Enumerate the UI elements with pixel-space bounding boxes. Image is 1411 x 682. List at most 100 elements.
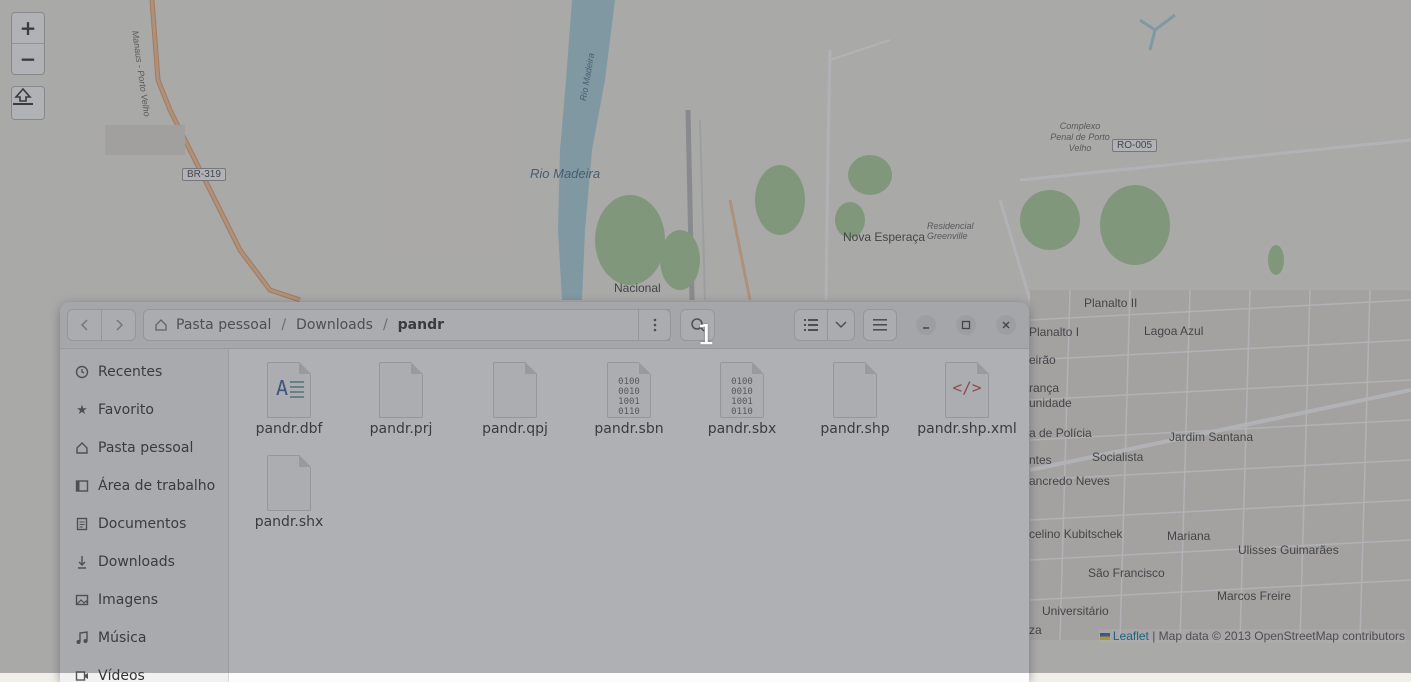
map-label-socialista: Socialista xyxy=(1092,450,1144,464)
path-bar: Pasta pessoal / Downloads / pandr xyxy=(143,309,670,341)
video-icon xyxy=(74,668,90,682)
chevron-right-icon xyxy=(115,319,123,331)
sidebar-item-label: Área de trabalho xyxy=(98,478,216,494)
sidebar-item-documentos[interactable]: Documentos xyxy=(60,505,228,543)
map-label-residencial: Residencial Greenville xyxy=(927,221,974,241)
home-icon xyxy=(74,440,90,456)
file-name: pandr.shp xyxy=(820,421,890,437)
upload-icon xyxy=(13,87,33,105)
sidebar-item-label: Pasta pessoal xyxy=(98,440,194,456)
leaflet-link[interactable]: Leaflet xyxy=(1113,629,1149,643)
map-label-ntes: ntes xyxy=(1029,453,1052,467)
map-label-mariana: Mariana xyxy=(1167,529,1211,543)
view-list-button[interactable] xyxy=(794,309,828,341)
hamburger-icon xyxy=(873,319,887,331)
file-item[interactable]: 0100 0010 1001 0110 pandr.sbn xyxy=(573,349,685,437)
road-shield-br319: BR-319 xyxy=(182,168,226,181)
sidebar: Recentes ★ Favorito Pasta pessoal Área d… xyxy=(60,349,229,682)
sidebar-item-label: Música xyxy=(98,630,147,646)
map-label-nova-esperanca: Nova Esperaça xyxy=(843,230,926,244)
map-label-za: za xyxy=(1029,623,1042,637)
sidebar-item-downloads[interactable]: Downloads xyxy=(60,543,228,581)
sidebar-item-label: Documentos xyxy=(98,516,187,532)
sidebar-item-videos[interactable]: Vídeos xyxy=(60,657,228,682)
minimize-button[interactable] xyxy=(916,315,936,335)
file-name: pandr.prj xyxy=(369,421,433,437)
chevron-down-icon xyxy=(835,321,847,329)
xml-file-icon: </> xyxy=(943,362,991,418)
map-label-policia: a de Polícia xyxy=(1029,426,1092,440)
map-label-river: Rio Madeira xyxy=(530,166,601,181)
file-item[interactable]: pandr.shx xyxy=(233,442,345,530)
zoom-in-button[interactable]: + xyxy=(12,13,44,43)
sidebar-item-label: Vídeos xyxy=(98,668,145,682)
zoom-out-button[interactable]: − xyxy=(12,43,44,74)
forward-button[interactable] xyxy=(101,309,136,341)
sidebar-item-imagens[interactable]: Imagens xyxy=(60,581,228,619)
file-item[interactable]: pandr.prj xyxy=(345,349,457,437)
maximize-icon xyxy=(961,320,971,330)
sidebar-item-label: Favorito xyxy=(98,402,154,418)
file-manager-window: Pasta pessoal / Downloads / pandr Recent… xyxy=(60,302,1029,682)
view-options-button[interactable] xyxy=(827,309,855,341)
image-icon xyxy=(74,592,90,608)
path-home[interactable]: Pasta pessoal xyxy=(176,317,271,333)
map-label-ranca: rança xyxy=(1029,381,1060,395)
file-name: pandr.shp.xml xyxy=(917,421,1017,437)
home-icon xyxy=(155,319,167,331)
map-label-marcos-freire: Marcos Freire xyxy=(1217,589,1292,603)
main-menu-button[interactable] xyxy=(863,309,897,341)
map-label-jardim-santana: Jardim Santana xyxy=(1169,430,1254,444)
maximize-button[interactable] xyxy=(956,315,976,335)
file-item[interactable]: pandr.qpj xyxy=(459,349,571,437)
overlay-badge: 1 xyxy=(697,318,715,351)
map-label-planalto2: Planalto II xyxy=(1084,296,1138,310)
blank-file-icon xyxy=(265,455,313,511)
close-button[interactable] xyxy=(996,315,1016,335)
chevron-left-icon xyxy=(80,319,88,331)
file-name: pandr.shx xyxy=(254,514,324,530)
blank-file-icon xyxy=(491,362,539,418)
upload-button[interactable] xyxy=(11,86,45,120)
path-menu-button[interactable] xyxy=(638,309,671,341)
path-separator: / xyxy=(281,317,287,333)
file-item[interactable]: A pandr.dbf xyxy=(233,349,345,437)
star-icon: ★ xyxy=(76,402,88,418)
map-label-universitario: Universitário xyxy=(1042,604,1109,618)
map-attribution: Leaflet | Map data © 2013 OpenStreetMap … xyxy=(1098,629,1406,643)
header-bar: Pasta pessoal / Downloads / pandr xyxy=(60,302,1029,349)
blank-file-icon xyxy=(377,362,425,418)
map-label-nacional: Nacional xyxy=(614,281,661,295)
path-downloads[interactable]: Downloads xyxy=(296,317,373,333)
file-name: pandr.dbf xyxy=(255,421,323,437)
close-icon xyxy=(1002,321,1010,329)
back-button[interactable] xyxy=(67,309,102,341)
sidebar-item-label: Recentes xyxy=(98,364,163,380)
file-name: pandr.qpj xyxy=(482,421,548,437)
road-shield-ro005: RO-005 xyxy=(1112,139,1158,152)
clock-icon xyxy=(74,364,90,380)
binary-file-icon: 0100 0010 1001 0110 xyxy=(605,362,653,418)
sidebar-item-pasta-pessoal[interactable]: Pasta pessoal xyxy=(60,429,228,467)
file-grid: A pandr.dbf pandr.prj pandr.qpj 0100 001… xyxy=(229,349,1029,682)
sidebar-item-favorito[interactable]: ★ Favorito xyxy=(60,391,228,429)
file-name: pandr.sbn xyxy=(594,421,664,437)
sidebar-item-area-de-trabalho[interactable]: Área de trabalho xyxy=(60,467,228,505)
file-item[interactable]: 0100 0010 1001 0110 pandr.sbx xyxy=(686,349,798,437)
file-item[interactable]: </> pandr.shp.xml xyxy=(911,349,1023,437)
minimize-icon xyxy=(923,327,929,329)
path-current[interactable]: pandr xyxy=(398,317,444,333)
attribution-text: | Map data © 2013 OpenStreetMap contribu… xyxy=(1148,629,1405,643)
map-label-planalto1: Planalto I xyxy=(1029,325,1080,339)
sidebar-item-musica[interactable]: Música xyxy=(60,619,228,657)
map-label-sao-francisco: São Francisco xyxy=(1088,566,1165,580)
desktop-icon xyxy=(74,478,90,494)
sidebar-item-label: Imagens xyxy=(98,592,159,608)
map-label-complexo: Complexo Penal de Porto Velho xyxy=(1050,121,1110,153)
file-item[interactable]: pandr.shp xyxy=(799,349,911,437)
sidebar-item-recentes[interactable]: Recentes xyxy=(60,353,228,391)
more-vertical-icon xyxy=(653,318,656,332)
map-label-juscelino: celino Kubitschek xyxy=(1029,527,1123,541)
leaflet-flag-icon xyxy=(1099,633,1110,640)
download-icon xyxy=(74,554,90,570)
